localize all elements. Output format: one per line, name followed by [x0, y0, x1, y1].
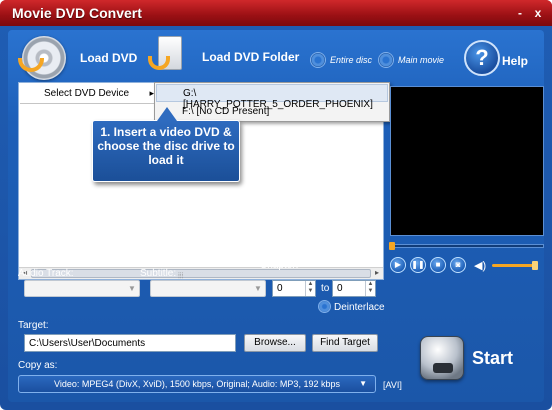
chevron-down-icon: ▼ [254, 284, 262, 293]
start-label: Start [472, 347, 514, 368]
select-dvd-device-label: Select DVD Device [44, 88, 130, 99]
radio-icon [378, 52, 394, 68]
video-preview [390, 86, 544, 236]
main-movie-label: Main movie [398, 55, 445, 65]
load-dvd-folder-button[interactable]: Load DVD Folder [148, 36, 299, 78]
chevron-down-icon: ▼ [359, 379, 367, 388]
target-label: Target: [18, 320, 49, 331]
seek-bar[interactable] [389, 242, 544, 250]
app-window: Movie DVD Convert - x Load DVD Load DVD … [0, 0, 552, 410]
dvd-folder-icon [148, 36, 184, 78]
player-controls: ▶ ❚❚ ■ ◙ ◀) [390, 257, 539, 273]
scroll-right-icon[interactable]: ▸ [372, 268, 382, 278]
title-bar: Movie DVD Convert - x [0, 0, 552, 26]
radio-icon [310, 52, 326, 68]
stepper-arrows-icon[interactable]: ▲ ▼ [305, 281, 315, 296]
instruction-callout: 1. Insert a video DVD & choose the disc … [92, 107, 240, 182]
chevron-down-icon: ▼ [128, 284, 136, 293]
deinterlace-radio[interactable] [318, 300, 331, 313]
browse-button[interactable]: Browse... [244, 334, 306, 352]
deinterlace-label: Deinterlace [334, 302, 385, 313]
close-button[interactable]: x [532, 7, 544, 19]
audio-track-select[interactable]: ▼ [24, 280, 140, 297]
pause-icon[interactable]: ❚❚ [410, 257, 426, 273]
scroll-thumb[interactable]: ⦙⦙⦙ [31, 269, 371, 280]
subtitle-label: Subtitle: [140, 268, 177, 279]
play-icon[interactable]: ▶ [390, 257, 406, 273]
load-dvd-button[interactable]: Load DVD [18, 36, 138, 80]
dvd-disc-icon [18, 36, 66, 80]
snapshot-icon[interactable]: ◙ [450, 257, 466, 273]
stop-icon[interactable]: ■ [430, 257, 446, 273]
help-icon[interactable]: ? [464, 40, 500, 76]
window-title: Movie DVD Convert [12, 5, 142, 21]
copy-as-label: Copy as: [18, 360, 58, 371]
subtitle-select[interactable]: ▼ [150, 280, 266, 297]
drive-item-g[interactable]: G:\ [HARRY_POTTER_5_ORDER_PHOENIX] [156, 84, 388, 110]
seek-knob[interactable] [389, 242, 395, 250]
entire-disc-label: Entire disc [330, 55, 373, 65]
audio-track-label: Audio Track: [18, 268, 74, 279]
chapter-to-value: 0 [337, 283, 343, 294]
chapter-to-label: to [321, 283, 330, 294]
minimize-button[interactable]: - [514, 7, 526, 19]
volume-slider[interactable] [492, 260, 539, 270]
volume-icon[interactable]: ◀) [474, 259, 486, 272]
select-dvd-device-menu[interactable]: Select DVD Device ▸ [20, 84, 161, 104]
main-panel: Load DVD Load DVD Folder Entire disc Mai… [8, 30, 544, 402]
horizontal-scrollbar[interactable]: ◂ ⦙⦙⦙ ▸ [19, 267, 383, 280]
output-format-select[interactable]: Video: MPEG4 (DivX, XviD), 1500 kbps, Or… [18, 375, 376, 393]
main-movie-option[interactable]: Main movie [378, 52, 444, 68]
volume-knob[interactable] [532, 260, 539, 270]
target-path-field[interactable]: C:\Users\User\Documents [24, 334, 236, 352]
start-drive-icon [420, 336, 464, 380]
find-target-button[interactable]: Find Target [312, 334, 378, 352]
load-dvd-label: Load DVD [80, 51, 138, 65]
stepper-arrows-icon[interactable]: ▲ ▼ [365, 281, 375, 296]
chapter-label: Chapter: [260, 260, 299, 271]
output-extension: [AVI] [383, 380, 402, 390]
chapter-from-value: 0 [277, 283, 283, 294]
start-button[interactable]: Start [420, 336, 513, 380]
help-label[interactable]: Help [502, 54, 528, 68]
load-dvd-folder-label: Load DVD Folder [202, 50, 300, 64]
output-format-value: Video: MPEG4 (DivX, XviD), 1500 kbps, Or… [54, 379, 340, 389]
chapter-to-stepper[interactable]: 0 ▲ ▼ [332, 280, 376, 297]
entire-disc-option[interactable]: Entire disc [310, 52, 372, 68]
dvd-device-submenu: G:\ [HARRY_POTTER_5_ORDER_PHOENIX] F:\ [… [154, 82, 390, 122]
chapter-from-stepper[interactable]: 0 ▲ ▼ [272, 280, 316, 297]
